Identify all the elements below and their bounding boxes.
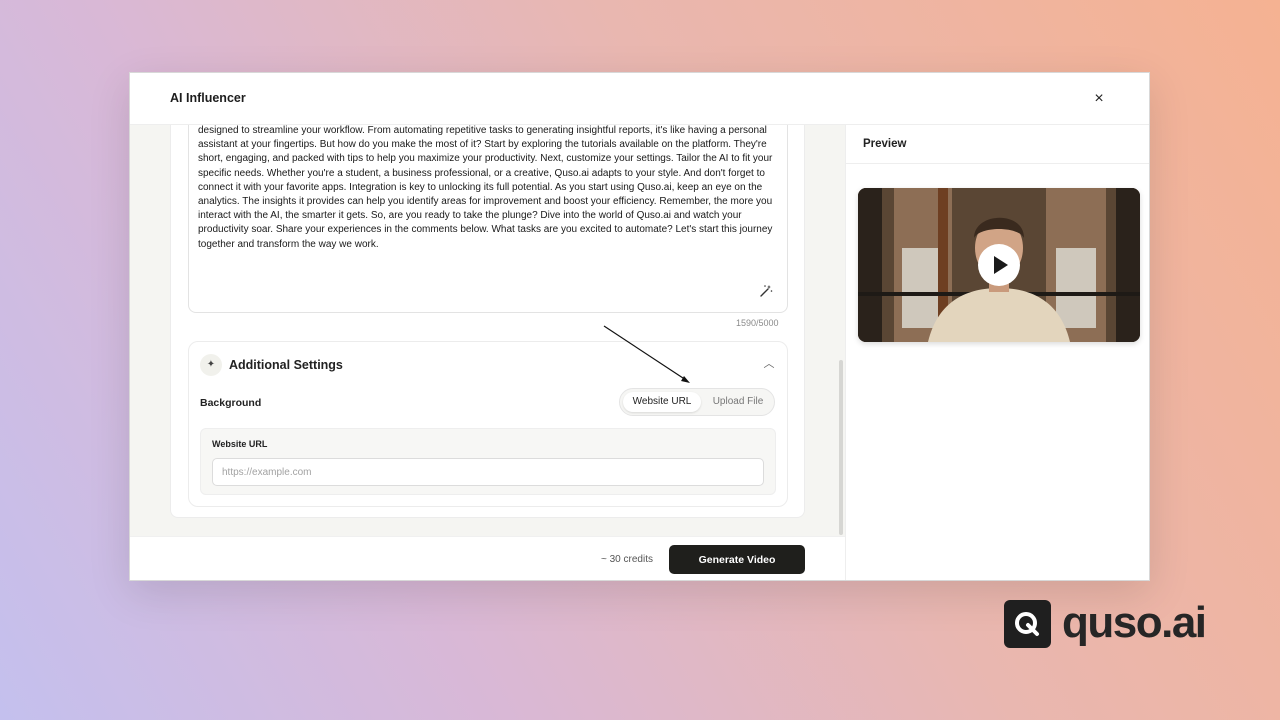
website-url-panel: Website URL xyxy=(200,428,776,495)
ai-influencer-modal: AI Influencer × designed to streamline y… xyxy=(129,72,1150,581)
additional-settings-title[interactable]: Additional Settings xyxy=(229,358,343,372)
script-text[interactable]: designed to streamline your workflow. Fr… xyxy=(198,125,780,252)
magic-wand-icon-svg xyxy=(760,285,773,297)
script-textarea[interactable]: designed to streamline your workflow. Fr… xyxy=(188,125,788,313)
upload-file-tab[interactable]: Upload File xyxy=(704,392,772,412)
background-label: Background xyxy=(200,397,262,409)
chevron-up-icon[interactable]: ︿ xyxy=(761,356,777,372)
additional-settings-panel: ✦ Additional Settings ︿ Background Websi… xyxy=(188,341,788,507)
play-button[interactable] xyxy=(978,244,1020,286)
sparkle-icon: ✦ xyxy=(200,354,222,376)
preview-title: Preview xyxy=(863,138,907,150)
magic-wand-icon[interactable] xyxy=(757,284,775,302)
footer-bar: ~ 30 credits Generate Video xyxy=(130,536,845,580)
preview-header: Preview xyxy=(846,125,1149,164)
character-count: 1590/5000 xyxy=(736,318,779,328)
modal-header: AI Influencer × xyxy=(130,73,1149,125)
quso-wordmark: quso.ai xyxy=(1062,598,1207,647)
website-url-input[interactable] xyxy=(212,458,764,486)
editor-pane: designed to streamline your workflow. Fr… xyxy=(130,125,845,536)
scrollbar[interactable] xyxy=(839,360,843,535)
website-url-label: Website URL xyxy=(212,439,268,449)
settings-card: designed to streamline your workflow. Fr… xyxy=(170,125,805,518)
modal-title: AI Influencer xyxy=(170,91,246,105)
generate-video-button[interactable]: Generate Video xyxy=(669,545,805,574)
credits-estimate: ~ 30 credits xyxy=(601,554,653,565)
video-preview[interactable] xyxy=(858,188,1140,342)
close-button[interactable]: × xyxy=(1089,89,1109,109)
preview-pane: Preview xyxy=(845,125,1149,580)
background-source-toggle: Website URL Upload File xyxy=(619,388,775,416)
quso-q-icon xyxy=(1015,612,1039,636)
quso-logo-mark xyxy=(1004,600,1051,648)
website-url-tab[interactable]: Website URL xyxy=(623,392,701,412)
